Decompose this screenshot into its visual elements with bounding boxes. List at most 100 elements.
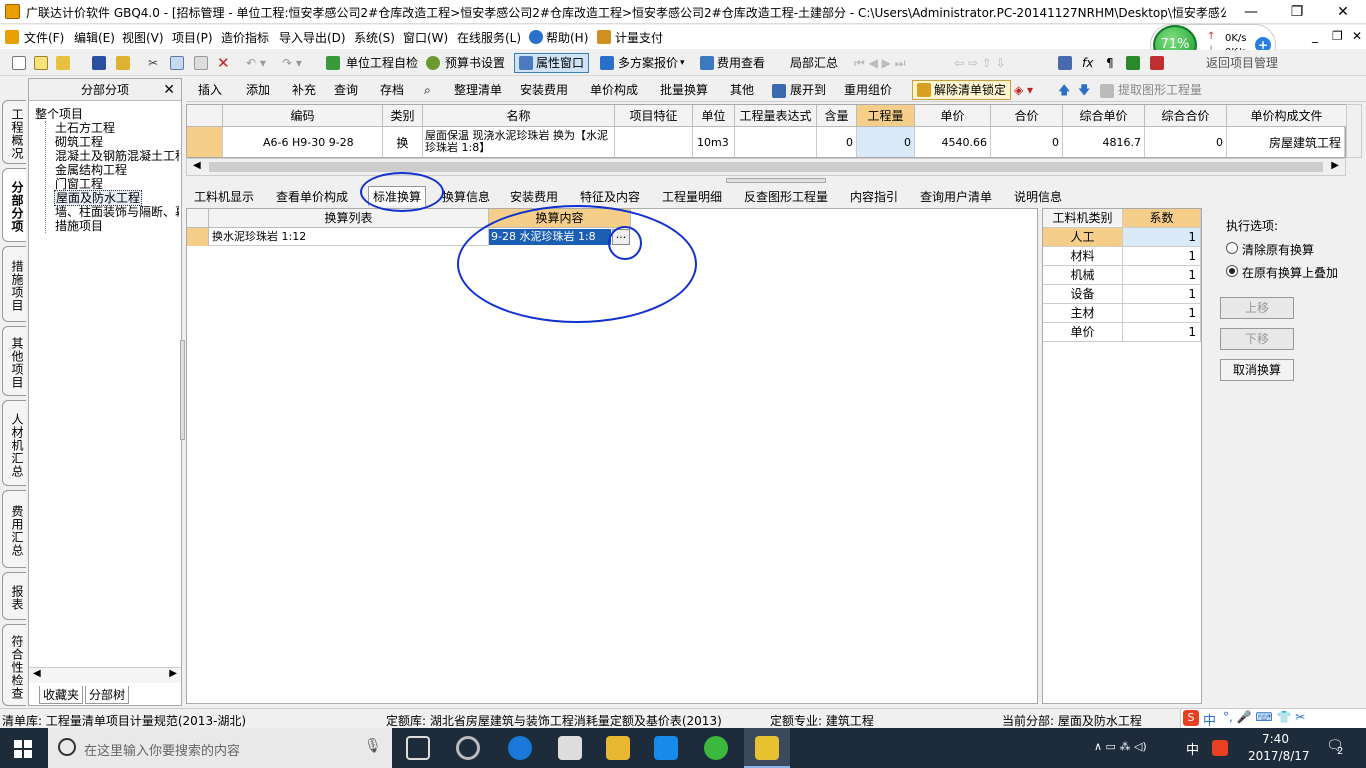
col-comp-price[interactable]: 综合单价 xyxy=(1063,105,1145,127)
menu-help[interactable]: 帮助(H) xyxy=(546,29,588,46)
app-circle-icon[interactable] xyxy=(456,736,480,760)
tab-favorites[interactable]: 收藏夹 xyxy=(39,686,84,704)
tray-ime[interactable]: 中 xyxy=(1186,739,1199,758)
close-button[interactable]: ✕ xyxy=(1320,0,1366,24)
tab-material-summary[interactable]: 人材机汇总 xyxy=(2,400,26,486)
col-material-type[interactable]: 工料机类别 xyxy=(1043,209,1123,228)
up-icon[interactable]: 🡅 xyxy=(1058,81,1070,99)
unlock-list-button[interactable]: 解除清单锁定 xyxy=(912,80,1012,100)
tree-item-earthwork[interactable]: 土石方工程 xyxy=(55,121,115,135)
panel-splitter[interactable] xyxy=(180,340,185,440)
taskbar-search[interactable]: 在这里输入你要搜索的内容 🎙 xyxy=(48,728,392,768)
cell-content[interactable]: 0 xyxy=(817,127,857,157)
tab-feature-content[interactable]: 特征及内容 xyxy=(580,188,640,205)
down-icon[interactable]: 🡇 xyxy=(1078,81,1090,99)
fee-view-button[interactable]: 费用查看 xyxy=(717,54,765,72)
nav-icons[interactable]: ⏮ ◀ ▶ ⏭ xyxy=(854,54,906,72)
cell-file[interactable]: 房屋建筑工程 xyxy=(1227,127,1345,157)
ime-mode-label[interactable]: 中 xyxy=(1203,710,1216,729)
tab-content-guide[interactable]: 内容指引 xyxy=(850,188,898,205)
menu-edit[interactable]: 编辑(E) xyxy=(74,29,115,46)
clock-date[interactable]: 2017/8/17 xyxy=(1248,749,1310,763)
cut-icon[interactable]: ✂ xyxy=(148,54,158,72)
factor-value-unit-price[interactable]: 1 xyxy=(1123,323,1201,342)
active-task[interactable] xyxy=(744,728,790,768)
move-icons[interactable]: ⇦ ⇨ ⇧ ⇩ xyxy=(954,54,1006,72)
factor-value-material[interactable]: 1 xyxy=(1123,247,1201,266)
scroll-left-icon[interactable]: ◀ xyxy=(33,668,41,679)
organize-list-button[interactable]: 整理清单 xyxy=(454,81,502,99)
sub-row-header[interactable] xyxy=(187,228,209,246)
tree-item-masonry[interactable]: 砌筑工程 xyxy=(55,135,103,149)
radio-append[interactable] xyxy=(1226,265,1238,277)
self-check-button[interactable]: 单位工程自检 xyxy=(346,54,418,72)
tree-item-wall[interactable]: 墙、柱面装饰与隔断、幕墙 xyxy=(55,205,179,219)
mdi-restore[interactable]: ❐ xyxy=(1332,29,1343,43)
tab-fee-summary[interactable]: 费用汇总 xyxy=(2,490,26,568)
cell-quantity[interactable]: 0 xyxy=(857,127,915,157)
archive-button[interactable]: 存档 xyxy=(380,81,404,99)
formula-icon[interactable]: fx xyxy=(1082,54,1093,72)
cell-expr[interactable] xyxy=(735,127,817,157)
scroll-right-icon[interactable]: ▶ xyxy=(169,668,177,679)
tree-item-roof[interactable]: 屋面及防水工程 xyxy=(54,190,143,206)
tab-compliance[interactable]: 符合性检查 xyxy=(2,624,26,706)
col-file[interactable]: 单价构成文件 xyxy=(1227,105,1347,127)
browser-icon[interactable] xyxy=(704,736,728,760)
col-feature[interactable]: 项目特征 xyxy=(615,105,693,127)
col-type[interactable]: 类别 xyxy=(383,105,423,127)
cell-comp-price[interactable]: 4816.7 xyxy=(1063,127,1145,157)
tree-item-measures[interactable]: 措施项目 xyxy=(55,219,103,233)
col-comp-total[interactable]: 综合合价 xyxy=(1145,105,1227,127)
cell-comp-total[interactable]: 0 xyxy=(1145,127,1227,157)
expand-to-button[interactable]: 展开到 xyxy=(790,81,826,99)
tab-measures[interactable]: 措施项目 xyxy=(2,246,26,322)
tray-sogou-icon[interactable] xyxy=(1212,740,1228,756)
task-view-icon[interactable] xyxy=(406,736,430,760)
convert-content-input[interactable]: 9-28 水泥珍珠岩 1:8 xyxy=(489,229,611,245)
mdi-minimize[interactable]: _ xyxy=(1312,29,1318,43)
col-convert-list[interactable]: 换算列表 xyxy=(209,209,489,228)
add-button[interactable]: 添加 xyxy=(246,81,270,99)
tab-install-fee[interactable]: 安装费用 xyxy=(510,188,558,205)
row-header[interactable] xyxy=(187,127,223,157)
menu-index[interactable]: 造价指标 xyxy=(221,29,269,46)
save-as-icon[interactable] xyxy=(116,56,130,70)
panel-hscroll[interactable]: ◀ ▶ xyxy=(29,667,181,683)
menu-view[interactable]: 视图(V) xyxy=(122,29,164,46)
paste-icon[interactable] xyxy=(194,56,208,70)
tab-material-display[interactable]: 工料机显示 xyxy=(194,188,254,205)
col-content[interactable]: 含量 xyxy=(817,105,857,127)
cell-type[interactable]: 换 xyxy=(383,127,423,157)
explorer-icon[interactable] xyxy=(606,736,630,760)
store-icon[interactable] xyxy=(558,736,582,760)
unit-price-button[interactable]: 单价构成 xyxy=(590,81,638,99)
col-convert-content[interactable]: 换算内容 xyxy=(489,209,631,228)
col-name[interactable]: 名称 xyxy=(423,105,615,127)
minimize-button[interactable]: — xyxy=(1228,0,1274,24)
tray-icons[interactable]: ∧ ▭ ⁂ ◁) xyxy=(1094,740,1147,753)
reuse-button[interactable]: 重用组价 xyxy=(844,81,892,99)
grid-vscroll[interactable] xyxy=(1346,104,1362,158)
ime-toolbar[interactable]: S 中 °, 🎤 ⌨ 👕 ✂ xyxy=(1180,709,1366,729)
hscroll-left-icon[interactable]: ◀ xyxy=(193,160,201,171)
budget-settings-button[interactable]: 预算书设置 xyxy=(445,54,505,72)
cell-price[interactable]: 4540.66 xyxy=(915,127,991,157)
cube-icon[interactable] xyxy=(1126,56,1140,70)
cell-code[interactable]: A6-6 H9-30 9-28 xyxy=(223,127,383,157)
tree-item-metal[interactable]: 金属结构工程 xyxy=(55,163,127,177)
factor-value-equipment[interactable]: 1 xyxy=(1123,285,1201,304)
calculator-icon[interactable] xyxy=(1058,56,1072,70)
radio-append-label[interactable]: 在原有换算上叠加 xyxy=(1242,264,1338,281)
col-quantity[interactable]: 工程量 xyxy=(857,105,915,127)
redo-icon[interactable]: ↷ ▾ xyxy=(282,54,302,72)
attr-window-button[interactable]: 属性窗口 xyxy=(514,53,590,73)
cell-unit[interactable]: 10m3 xyxy=(693,127,735,157)
radio-clear-label[interactable]: 清除原有换算 xyxy=(1242,241,1314,258)
menu-file[interactable]: 文件(F) xyxy=(24,29,64,46)
col-total[interactable]: 合价 xyxy=(991,105,1063,127)
col-unit[interactable]: 单位 xyxy=(693,105,735,127)
factor-value-main-material[interactable]: 1 xyxy=(1123,304,1201,323)
mdi-close[interactable]: ✕ xyxy=(1352,29,1362,43)
tab-view-price[interactable]: 查看单价构成 xyxy=(276,188,348,205)
